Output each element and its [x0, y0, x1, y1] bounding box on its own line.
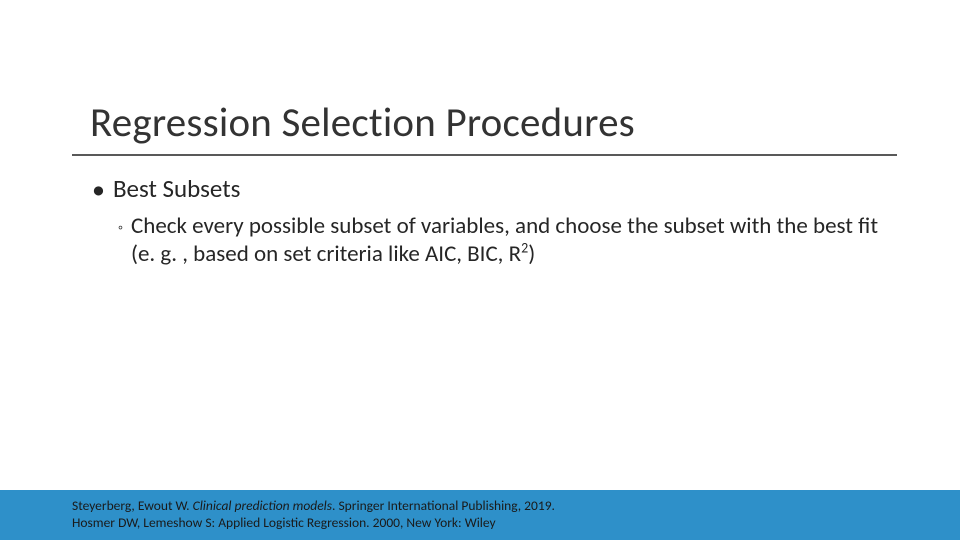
citation-block: Steyerberg, Ewout W. Clinical prediction… [72, 497, 555, 531]
bullet-dot-icon: • [92, 174, 105, 204]
bullet-ring-icon: ◦ [118, 214, 123, 242]
citation1-rest: . Springer International Publishing, 201… [332, 497, 555, 514]
slide: Regression Selection Procedures • Best S… [0, 0, 960, 540]
slide-title: Regression Selection Procedures [90, 98, 635, 148]
bullet-level2: ◦ Check every possible subset of variabl… [118, 212, 900, 268]
citation1-title: Clinical prediction models [193, 497, 332, 514]
citation-line-2: Hosmer DW, Lemeshow S: Applied Logistic … [72, 514, 555, 531]
bullet-level1-text: Best Subsets [113, 174, 240, 204]
bullet-level2-text: Check every possible subset of variables… [131, 212, 881, 268]
title-underline [72, 154, 897, 156]
bullet-level1: • Best Subsets [92, 174, 900, 204]
bullet-area: • Best Subsets ◦ Check every possible su… [92, 174, 900, 268]
l2-post: ) [528, 240, 535, 268]
l2-pre: Check every possible subset of variables… [131, 212, 878, 268]
citation1-author: Steyerberg, Ewout W. [72, 497, 193, 514]
citation-line-1: Steyerberg, Ewout W. Clinical prediction… [72, 497, 555, 514]
